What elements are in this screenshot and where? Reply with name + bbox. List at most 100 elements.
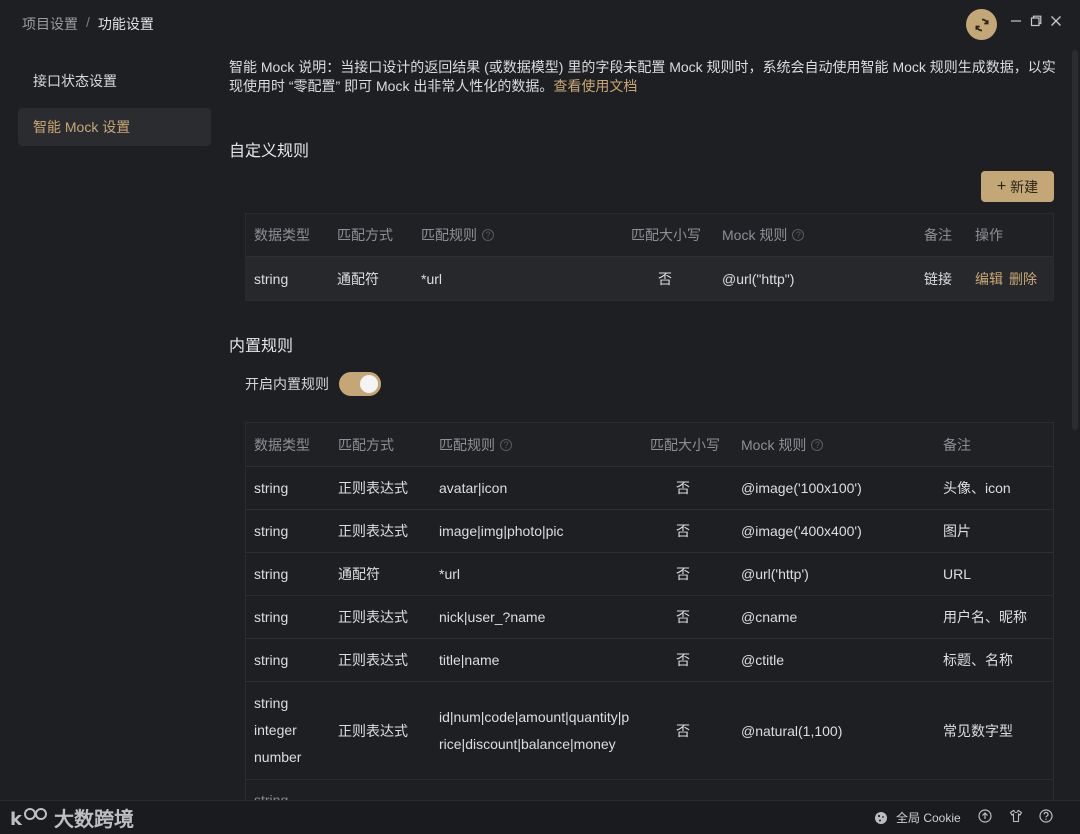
cookie-label: 全局 Cookie [896, 811, 961, 825]
header-note: 备注 [943, 436, 971, 453]
cell-data-type: string [254, 480, 289, 496]
scrollbar[interactable] [1072, 50, 1078, 430]
shirt-icon [1009, 809, 1023, 823]
close-icon [1051, 16, 1061, 26]
cell-mock-rule: @image('400x400') [741, 523, 862, 539]
restore-icon [1030, 15, 1042, 27]
sidebar-item-smart-mock[interactable]: 智能 Mock 设置 [18, 108, 211, 146]
help-icon[interactable]: ? [482, 229, 494, 241]
cell-note: 图片 [943, 523, 971, 539]
breadcrumb: 项目设置 / 功能设置 [22, 14, 154, 34]
cell-data-type: string [254, 609, 289, 625]
header-data-type: 数据类型 [254, 227, 310, 243]
cell-case: 否 [676, 566, 690, 582]
edit-link[interactable]: 编辑 [975, 257, 1003, 300]
table-row: string 通配符 *url 否 @url('http') URL [246, 552, 1053, 595]
cell-match-rule: title|name [439, 652, 500, 668]
breadcrumb-current: 功能设置 [97, 16, 154, 32]
cell-match-rule: image|img|photo|pic [439, 523, 564, 539]
title-bar: 项目设置 / 功能设置 [0, 0, 1080, 48]
plus-icon: + [996, 177, 1007, 195]
cell-match-method: 正则表达式 [338, 652, 408, 668]
header-mock-rule: Mock 规则? [741, 423, 824, 466]
close-button[interactable] [1048, 14, 1064, 32]
table-header: 数据类型 匹配方式 匹配规则? 匹配大小写 Mock 规则? 备注 [246, 423, 1053, 466]
cell-match-rule: id|num|code|amount|quantity|p rice|disco… [439, 682, 629, 779]
table-row: string 通配符 *url 否 @url("http") 链接 编辑 删除 [246, 256, 1053, 300]
cell-case: 否 [676, 652, 690, 668]
maximize-button[interactable] [1028, 14, 1044, 32]
data-type-string: string [254, 695, 289, 711]
status-bar: k 大数跨境 全局 Cookie [0, 800, 1080, 834]
cell-data-type: string [254, 566, 289, 582]
docs-link[interactable]: 查看使用文档 [553, 78, 637, 94]
global-cookie-button[interactable]: 全局 Cookie [874, 809, 961, 826]
theme-button[interactable] [1009, 809, 1023, 823]
header-actions: 操作 [975, 227, 1003, 243]
table-row: string integer number 正则表达式 id|num|code|… [246, 681, 1053, 779]
cell-note: 常见数字型 [943, 722, 1013, 739]
help-button[interactable] [1039, 809, 1053, 823]
cell-data-type: string [254, 270, 289, 287]
watermark-logo-icon: k [10, 807, 47, 830]
sync-icon [975, 18, 988, 31]
cell-case: 否 [676, 480, 690, 496]
header-mock-rule-label: Mock 规则 [741, 436, 807, 453]
new-rule-button[interactable]: + 新建 [981, 171, 1054, 202]
cell-data-type: string [254, 523, 289, 539]
help-icon[interactable]: ? [811, 438, 824, 451]
cell-match-method: 正则表达式 [338, 523, 408, 539]
cell-mock-rule: @ctitle [741, 652, 784, 668]
cell-mock-rule: @url('http') [741, 566, 809, 582]
cell-case: 否 [658, 270, 672, 287]
upload-button[interactable] [978, 809, 992, 823]
help-icon[interactable]: ? [792, 229, 805, 241]
cell-note: 头像、icon [943, 480, 1011, 496]
minimize-button[interactable] [1008, 14, 1024, 32]
cell-mock-rule: @image('100x100') [741, 480, 862, 496]
cell-case: 否 [676, 609, 690, 625]
builtin-toggle-label: 开启内置规则 [245, 376, 329, 392]
match-rule-line: id|num|code|amount|quantity|p [439, 708, 630, 725]
header-mock-rule: Mock 规则? [722, 214, 805, 256]
cell-data-type: string [254, 792, 289, 800]
cell-match-rule: nick|user_?name [439, 609, 546, 625]
header-case: 匹配大小写 [650, 436, 720, 453]
watermark: k 大数跨境 [10, 803, 134, 832]
sidebar-item-label: 接口状态设置 [33, 73, 117, 89]
cell-match-rule: *url [421, 270, 443, 287]
cell-match-method: 正则表达式 [338, 722, 408, 739]
cookie-icon [875, 811, 887, 824]
header-match-rule: 匹配规则? [421, 214, 494, 256]
header-match-rule: 匹配规则? [439, 423, 512, 466]
cell-match-rule: *url [439, 566, 461, 582]
sidebar-item-interface-status[interactable]: 接口状态设置 [18, 62, 211, 100]
help-icon[interactable]: ? [500, 438, 512, 451]
cell-match-rule: avatar|icon [439, 480, 508, 496]
table-row: string 正则表达式 nick|user_?name 否 @cname 用户… [246, 595, 1053, 638]
builtin-rules-toggle[interactable] [339, 372, 381, 396]
table-row: string 正则表达式 image|img|photo|pic 否 @imag… [246, 509, 1053, 552]
header-note: 备注 [924, 227, 952, 243]
sidebar-item-label: 智能 Mock 设置 [33, 119, 131, 135]
breadcrumb-parent[interactable]: 项目设置 [22, 14, 78, 34]
builtin-rules-table: 数据类型 匹配方式 匹配规则? 匹配大小写 Mock 规则? 备注 string… [245, 422, 1054, 800]
delete-link[interactable]: 删除 [1009, 257, 1037, 300]
builtin-toggle-row: 开启内置规则 [245, 372, 381, 396]
description-text: 智能 Mock 说明：当接口设计的返回结果 (或数据模型) 里的字段未配置 Mo… [229, 59, 1056, 94]
cell-data-type: string integer number [254, 682, 301, 779]
table-row: string 正则表达式 title|name 否 @ctitle 标题、名称 [246, 638, 1053, 681]
cell-note: 用户名、昵称 [943, 609, 1027, 625]
custom-rules-table: 数据类型 匹配方式 匹配规则? 匹配大小写 Mock 规则? 备注 操作 str… [245, 213, 1054, 301]
header-match-rule-label: 匹配规则 [439, 436, 495, 453]
svg-text:k: k [10, 809, 23, 830]
sync-button[interactable] [966, 9, 997, 40]
data-type-integer: integer [254, 722, 297, 738]
mock-description: 智能 Mock 说明：当接口设计的返回结果 (或数据模型) 里的字段未配置 Mo… [229, 58, 1059, 96]
table-row: string [246, 779, 1053, 800]
header-case: 匹配大小写 [631, 227, 701, 243]
match-rule-line: rice|discount|balance|money [439, 735, 616, 752]
cell-case: 否 [676, 523, 690, 539]
cell-note: 标题、名称 [943, 652, 1013, 668]
minimize-icon [1011, 20, 1021, 22]
